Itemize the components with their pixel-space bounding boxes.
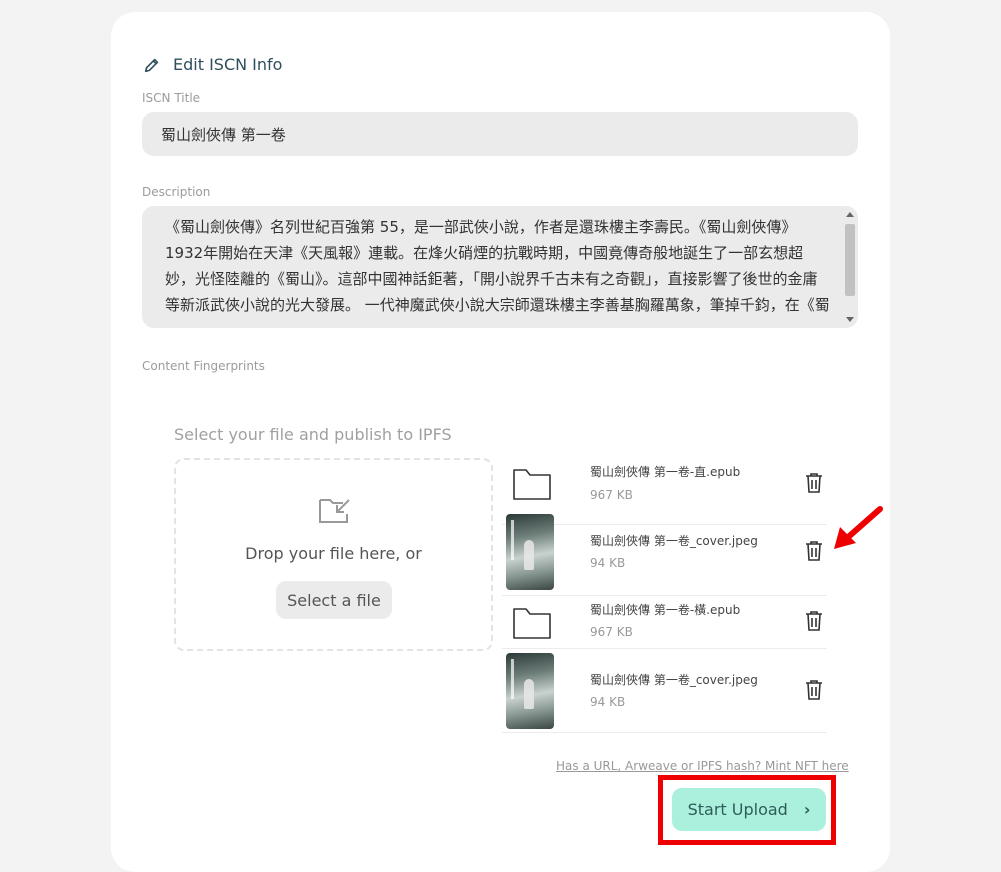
file-size: 94 KB bbox=[590, 695, 626, 709]
file-size: 967 KB bbox=[590, 625, 633, 639]
file-item: 蜀山劍俠傳 第一卷_cover.jpeg 94 KB bbox=[502, 649, 827, 733]
pencil-icon bbox=[144, 58, 159, 72]
file-item: 蜀山劍俠傳 第一卷-橫.epub 967 KB bbox=[502, 596, 827, 649]
file-name: 蜀山劍俠傳 第一卷_cover.jpeg bbox=[590, 534, 758, 548]
scroll-up-icon[interactable] bbox=[846, 212, 854, 217]
file-size: 94 KB bbox=[590, 556, 626, 570]
scroll-thumb[interactable] bbox=[845, 224, 855, 296]
file-name: 蜀山劍俠傳 第一卷_cover.jpeg bbox=[590, 673, 758, 687]
page-title: Edit ISCN Info bbox=[173, 55, 283, 74]
cover-thumbnail bbox=[506, 514, 554, 590]
file-dropzone[interactable]: Drop your file here, or Select a file bbox=[174, 458, 493, 651]
chevron-right-icon: › bbox=[803, 800, 811, 819]
content-fingerprints-label: Content Fingerprints bbox=[142, 359, 265, 373]
start-upload-label: Start Upload bbox=[687, 800, 788, 819]
drop-text: Drop your file here, or bbox=[245, 544, 422, 563]
scroll-down-icon[interactable] bbox=[846, 317, 854, 322]
trash-icon[interactable] bbox=[804, 540, 824, 562]
iscn-title-input[interactable]: 蜀山劍俠傳 第一卷 bbox=[142, 112, 858, 156]
edit-iscn-card: Edit ISCN Info ISCN Title 蜀山劍俠傳 第一卷 Desc… bbox=[111, 12, 890, 872]
description-value: 《蜀山劍俠傳》名列世紀百強第 55，是一部武俠小說，作者是還珠樓主李壽民。《蜀山… bbox=[165, 218, 830, 314]
file-size: 967 KB bbox=[590, 488, 633, 502]
iscn-title-label: ISCN Title bbox=[142, 91, 201, 105]
file-item: 蜀山劍俠傳 第一卷_cover.jpeg 94 KB bbox=[502, 512, 827, 596]
drop-file-icon bbox=[319, 499, 350, 523]
iscn-title-value: 蜀山劍俠傳 第一卷 bbox=[161, 126, 286, 144]
trash-icon[interactable] bbox=[804, 610, 824, 632]
start-upload-button[interactable]: Start Upload › bbox=[672, 788, 826, 831]
trash-icon[interactable] bbox=[804, 472, 824, 494]
cover-thumbnail bbox=[506, 653, 554, 729]
description-label: Description bbox=[142, 185, 211, 199]
mint-nft-link[interactable]: Has a URL, Arweave or IPFS hash? Mint NF… bbox=[556, 759, 849, 773]
file-name: 蜀山劍俠傳 第一卷-直.epub bbox=[590, 465, 741, 479]
trash-icon[interactable] bbox=[804, 679, 824, 701]
file-name: 蜀山劍俠傳 第一卷-橫.epub bbox=[590, 603, 741, 617]
description-textarea[interactable]: 《蜀山劍俠傳》名列世紀百強第 55，是一部武俠小說，作者是還珠樓主李壽民。《蜀山… bbox=[142, 206, 858, 328]
upload-heading: Select your file and publish to IPFS bbox=[174, 425, 452, 444]
section-header: Edit ISCN Info bbox=[143, 55, 282, 74]
folder-icon bbox=[513, 469, 551, 500]
description-scrollbar[interactable] bbox=[844, 210, 856, 324]
folder-icon bbox=[513, 608, 551, 639]
select-file-button[interactable]: Select a file bbox=[276, 581, 392, 619]
